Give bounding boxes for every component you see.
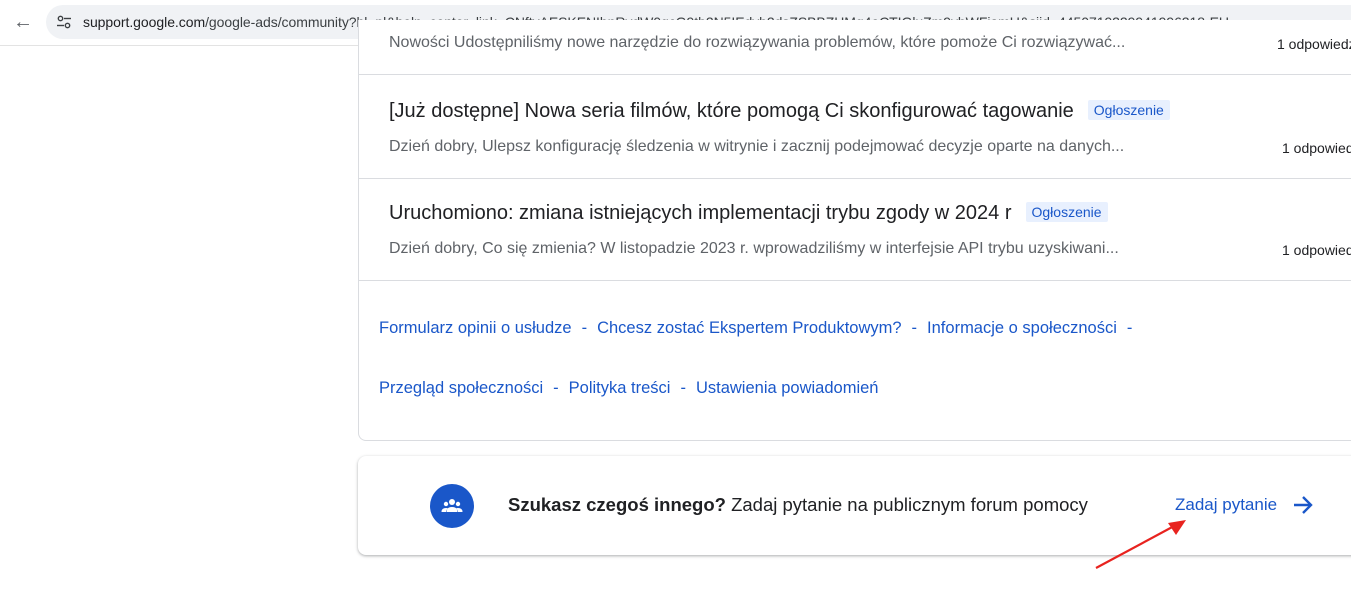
arrow-right-icon[interactable] (1292, 494, 1314, 516)
reply-count: 1 odpowiedź (1277, 36, 1351, 52)
ask-prompt-text: Szukasz czegoś innego? Zadaj pytanie na … (508, 494, 1088, 516)
thread-row[interactable]: [Już dostępne] Nowa seria filmów, które … (359, 76, 1351, 179)
people-group-icon (430, 484, 474, 528)
notification-settings-link[interactable]: Ustawienia powiadomień (696, 379, 879, 397)
thread-snippet: Dzień dobry, Co się zmienia? W listopadz… (389, 240, 1119, 257)
footer-links-row-2: Przegląd społeczności - Polityka treści - Us… (379, 379, 1351, 398)
become-expert-link[interactable]: Chcesz zostać Ekspertem Produktowym? (597, 319, 901, 337)
link-separator: - (1126, 319, 1133, 337)
ask-question-card: Szukasz czegoś innego? Zadaj pytanie na … (358, 456, 1351, 555)
annotation-arrow-icon (1095, 520, 1186, 569)
announcement-badge: Ogłoszenie (1025, 202, 1108, 222)
thread-snippet: Dzień dobry, Ulepsz konfigurację śledzen… (389, 138, 1125, 155)
site-settings-icon[interactable] (56, 14, 72, 30)
link-separator: - (911, 319, 918, 337)
thread-title[interactable]: [Już dostępne] Nowa seria filmów, które … (389, 100, 1074, 122)
link-separator: - (680, 379, 686, 397)
thread-row[interactable]: Uruchomiono: zmiana istniejących impleme… (359, 178, 1351, 281)
link-separator: - (581, 319, 588, 337)
thread-list-card: Nowości Udostępniliśmy nowe narzędzie do… (358, 20, 1351, 441)
announcement-badge: Ogłoszenie (1087, 100, 1170, 120)
thread-snippet: Nowości Udostępniliśmy nowe narzędzie do… (389, 34, 1126, 51)
footer-links-row-1: Formularz opinii o usłudze - Chcesz zostać… (379, 319, 1351, 338)
thread-title-wrap[interactable]: Uruchomiono: zmiana istniejących impleme… (389, 202, 1108, 225)
thread-title[interactable]: Uruchomiono: zmiana istniejących impleme… (389, 202, 1012, 224)
community-overview-link[interactable]: Przegląd społeczności (379, 379, 543, 397)
ask-prompt-rest: Zadaj pytanie na publicznym forum pomocy (725, 494, 1088, 515)
ask-prompt-bold: Szukasz czegoś innego? (508, 494, 726, 515)
thread-title-wrap[interactable]: [Już dostępne] Nowa seria filmów, które … (389, 100, 1170, 123)
community-info-link[interactable]: Informacje o społeczności (927, 319, 1117, 337)
reply-count: 1 odpowiedź (1282, 140, 1351, 156)
content-policy-link[interactable]: Polityka treści (569, 379, 671, 397)
feedback-form-link[interactable]: Formularz opinii o usłudze (379, 319, 572, 337)
thread-row-partial[interactable]: Nowości Udostępniliśmy nowe narzędzie do… (359, 20, 1351, 75)
ask-question-link[interactable]: Zadaj pytanie (1175, 495, 1277, 515)
arrow-left-icon[interactable]: ← (10, 9, 36, 35)
url-host: support.google.com (83, 14, 206, 30)
reply-count: 1 odpowiedź (1282, 242, 1351, 258)
link-separator: - (553, 379, 559, 397)
